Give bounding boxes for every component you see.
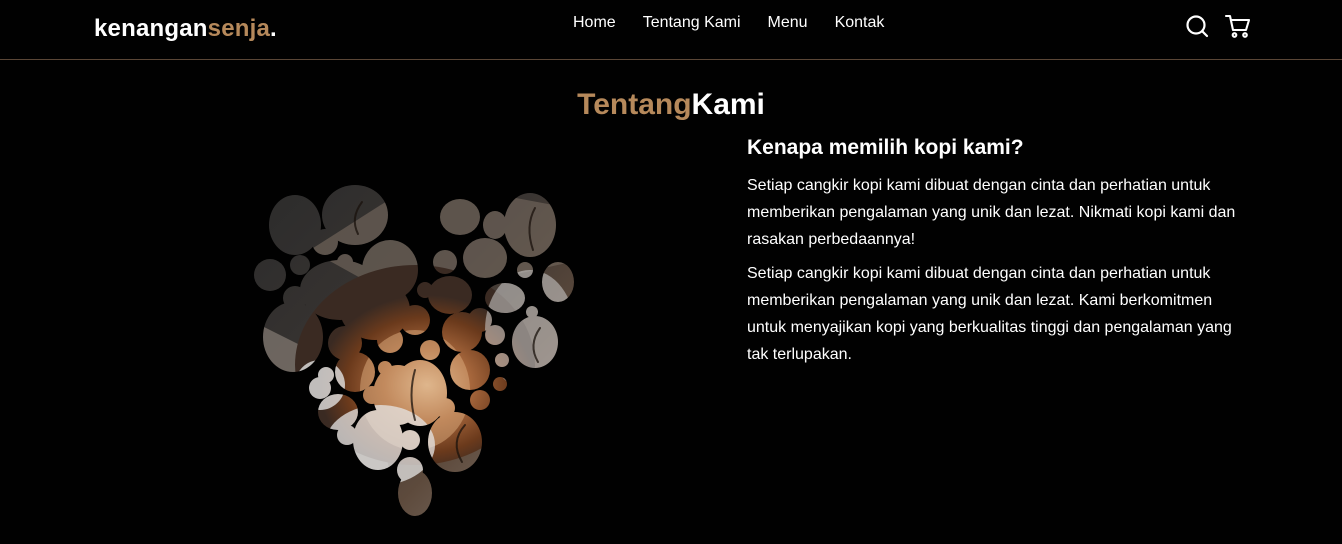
nav-link-home[interactable]: Home <box>573 14 616 32</box>
about-heading: Kenapa memilih kopi kami? <box>747 136 1024 159</box>
logo-dot: . <box>270 15 277 42</box>
coffee-beans-heart-image <box>250 180 580 520</box>
nav-link-menu[interactable]: Menu <box>768 14 808 32</box>
about-content: Kenapa memilih kopi kami? Setiap cangkir… <box>747 136 1247 375</box>
logo[interactable]: kenangansenja. <box>94 15 277 43</box>
nav-link-kontak[interactable]: Kontak <box>835 14 885 32</box>
logo-main: kenangan <box>94 15 208 42</box>
section-title-accent: Tentang <box>577 87 692 121</box>
nav-icons <box>1184 13 1251 39</box>
nav-link-tentang-kami[interactable]: Tentang Kami <box>643 14 741 32</box>
about-paragraph-1: Setiap cangkir kopi kami dibuat dengan c… <box>747 177 1236 248</box>
nav-links: Home Tentang Kami Menu Kontak <box>573 14 911 32</box>
logo-accent: senja <box>207 15 271 42</box>
section-title-main: Kami <box>691 87 765 121</box>
navbar: kenangansenja. Home Tentang Kami Menu Ko… <box>0 0 1342 60</box>
section-title: TentangKami <box>0 88 1342 122</box>
search-icon[interactable] <box>1184 13 1210 39</box>
shopping-cart-icon[interactable] <box>1224 13 1251 39</box>
about-paragraph-2: Setiap cangkir kopi kami dibuat dengan c… <box>747 265 1232 363</box>
